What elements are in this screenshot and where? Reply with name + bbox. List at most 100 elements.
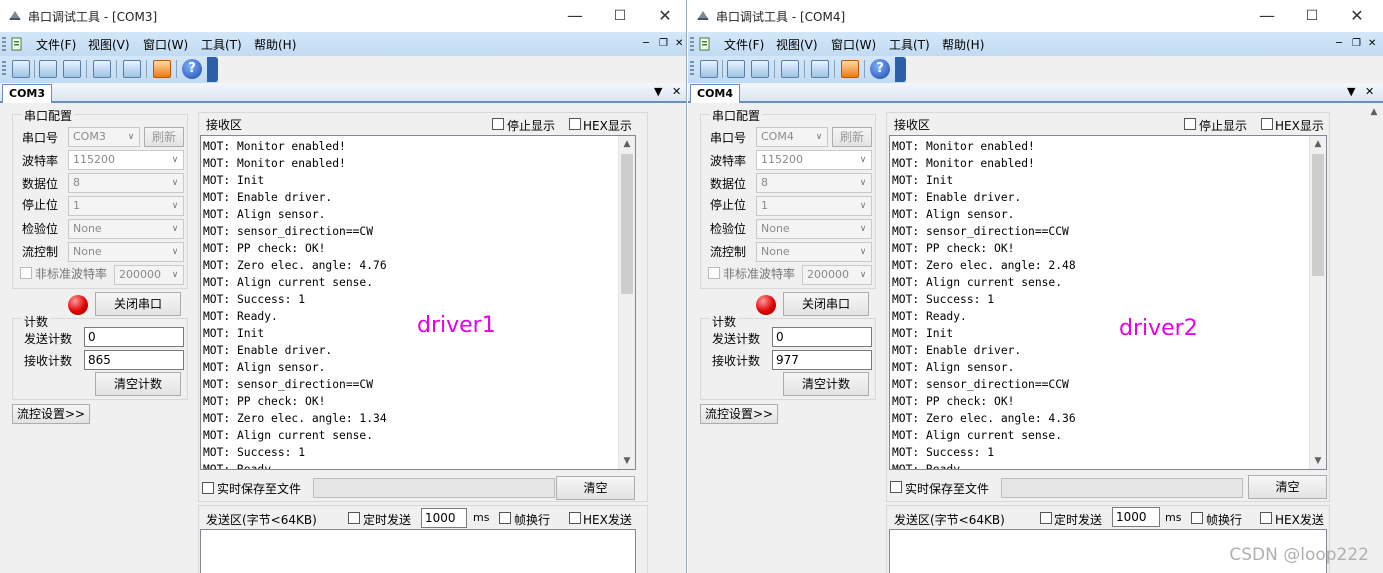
refresh-button[interactable]: 刷新 <box>144 127 184 147</box>
flow-select[interactable]: None ∨ <box>68 242 184 262</box>
new-icon[interactable] <box>700 60 718 78</box>
upload-icon[interactable] <box>841 60 859 78</box>
mdi-minimize-icon[interactable]: ─ <box>643 38 649 49</box>
newline-checkbox[interactable] <box>1191 512 1203 524</box>
timed-send-checkbox[interactable] <box>1040 512 1052 524</box>
scroll-down-icon[interactable]: ▼ <box>619 453 635 469</box>
flow-settings-button[interactable]: 流控设置>> <box>700 404 778 424</box>
stopbits-select[interactable]: 1 ∨ <box>756 196 872 216</box>
stop-display-checkbox[interactable] <box>492 118 504 130</box>
recv-count-field[interactable]: 865 <box>84 350 184 370</box>
timed-send-checkbox[interactable] <box>348 512 360 524</box>
tab-com3[interactable]: COM3 <box>2 84 53 103</box>
mdi-restore-icon[interactable]: ❐ <box>659 38 668 49</box>
databits-select[interactable]: 8 ∨ <box>756 173 872 193</box>
close-button[interactable]: ✕ <box>1335 4 1379 28</box>
nonstd-baud-select[interactable]: 200000 ∨ <box>802 265 872 285</box>
hex-send-checkbox[interactable] <box>569 512 581 524</box>
mdi-close-icon[interactable]: ✕ <box>675 38 683 49</box>
sent-count-field[interactable]: 0 <box>84 327 184 347</box>
menu-file[interactable]: 文件(F) <box>36 36 76 53</box>
nonstd-baud-select[interactable]: 200000 ∨ <box>114 265 184 285</box>
send-textarea[interactable] <box>200 529 636 573</box>
network-icon[interactable] <box>123 60 141 78</box>
toolbar-overflow-icon[interactable] <box>207 57 218 82</box>
menu-view[interactable]: 视图(V) <box>88 36 130 53</box>
new-icon[interactable] <box>12 60 30 78</box>
port-select[interactable]: COM3 ∨ <box>68 127 140 147</box>
sent-count-field[interactable]: 0 <box>772 327 872 347</box>
tab-com4[interactable]: COM4 <box>690 84 741 103</box>
flow-settings-button[interactable]: 流控设置>> <box>12 404 90 424</box>
split-vertical-icon[interactable] <box>751 60 769 78</box>
hex-send-checkbox[interactable] <box>1260 512 1272 524</box>
interval-field[interactable]: 1000 <box>1112 507 1160 527</box>
menu-tools[interactable]: 工具(T) <box>201 36 242 53</box>
flow-select[interactable]: None ∨ <box>756 242 872 262</box>
maximize-button[interactable]: ☐ <box>598 4 642 28</box>
network-icon[interactable] <box>811 60 829 78</box>
nonstd-baud-checkbox[interactable] <box>20 267 32 279</box>
parity-select[interactable]: None ∨ <box>68 219 184 239</box>
menu-window[interactable]: 窗口(W) <box>831 36 876 53</box>
tab-close-icon[interactable]: ✕ <box>1365 85 1374 98</box>
interval-field[interactable]: 1000 <box>421 508 467 528</box>
minimize-button[interactable]: — <box>553 4 597 28</box>
scroll-up-icon[interactable]: ▲ <box>1310 136 1326 152</box>
baud-select[interactable]: 115200 ∨ <box>68 150 184 170</box>
port-select[interactable]: COM4 ∨ <box>756 127 828 147</box>
receive-textarea[interactable]: MOT: Monitor enabled! MOT: Monitor enable… <box>889 135 1327 470</box>
close-port-button[interactable]: 关闭串口 <box>95 292 181 316</box>
split-horizontal-icon[interactable] <box>39 60 57 78</box>
tab-close-icon[interactable]: ✕ <box>672 85 681 98</box>
mdi-minimize-icon[interactable]: ─ <box>1336 38 1342 49</box>
receive-scrollbar[interactable]: ▲ ▼ <box>1309 136 1326 469</box>
calculator-icon[interactable] <box>781 60 799 78</box>
scroll-down-icon[interactable]: ▼ <box>1310 453 1326 469</box>
save-to-file-checkbox[interactable] <box>202 482 214 494</box>
scroll-up-icon[interactable]: ▲ <box>619 136 635 152</box>
menu-view[interactable]: 视图(V) <box>776 36 818 53</box>
newline-checkbox[interactable] <box>499 512 511 524</box>
minimize-button[interactable]: — <box>1245 4 1289 28</box>
help-icon[interactable]: ? <box>182 59 202 79</box>
stop-display-checkbox[interactable] <box>1184 118 1196 130</box>
hex-display-checkbox[interactable] <box>1261 118 1273 130</box>
scroll-thumb[interactable] <box>621 154 633 294</box>
clear-count-button[interactable]: 清空计数 <box>95 372 181 396</box>
receive-scrollbar[interactable]: ▲ ▼ <box>618 136 635 469</box>
recv-count-field[interactable]: 977 <box>772 350 872 370</box>
menu-help[interactable]: 帮助(H) <box>942 36 984 53</box>
mdi-restore-icon[interactable]: ❐ <box>1352 38 1361 49</box>
refresh-button[interactable]: 刷新 <box>832 127 872 147</box>
menu-help[interactable]: 帮助(H) <box>254 36 296 53</box>
baud-select[interactable]: 115200 ∨ <box>756 150 872 170</box>
window-scrollbar[interactable]: ▲ <box>1365 105 1383 573</box>
hex-display-checkbox[interactable] <box>569 118 581 130</box>
receive-textarea[interactable]: MOT: Monitor enabled! MOT: Monitor enable… <box>200 135 636 470</box>
save-to-file-checkbox[interactable] <box>890 481 902 493</box>
tab-list-icon[interactable]: ▼ <box>1347 85 1355 98</box>
scroll-thumb[interactable] <box>1312 154 1324 276</box>
menu-file[interactable]: 文件(F) <box>724 36 764 53</box>
databits-select[interactable]: 8 ∨ <box>68 173 184 193</box>
split-horizontal-icon[interactable] <box>727 60 745 78</box>
maximize-button[interactable]: ☐ <box>1290 4 1334 28</box>
menu-window[interactable]: 窗口(W) <box>143 36 188 53</box>
clear-receive-button[interactable]: 清空 <box>556 476 635 500</box>
nonstd-baud-checkbox[interactable] <box>708 267 720 279</box>
toolbar-overflow-icon[interactable] <box>895 57 906 82</box>
close-button[interactable]: ✕ <box>643 4 686 28</box>
parity-select[interactable]: None ∨ <box>756 219 872 239</box>
tab-list-icon[interactable]: ▼ <box>654 85 662 98</box>
calculator-icon[interactable] <box>93 60 111 78</box>
help-icon[interactable]: ? <box>870 59 890 79</box>
mdi-close-icon[interactable]: ✕ <box>1368 38 1376 49</box>
menu-tools[interactable]: 工具(T) <box>889 36 930 53</box>
close-port-button[interactable]: 关闭串口 <box>783 292 869 316</box>
clear-receive-button[interactable]: 清空 <box>1248 475 1327 499</box>
clear-count-button[interactable]: 清空计数 <box>783 372 869 396</box>
split-vertical-icon[interactable] <box>63 60 81 78</box>
stopbits-select[interactable]: 1 ∨ <box>68 196 184 216</box>
upload-icon[interactable] <box>153 60 171 78</box>
